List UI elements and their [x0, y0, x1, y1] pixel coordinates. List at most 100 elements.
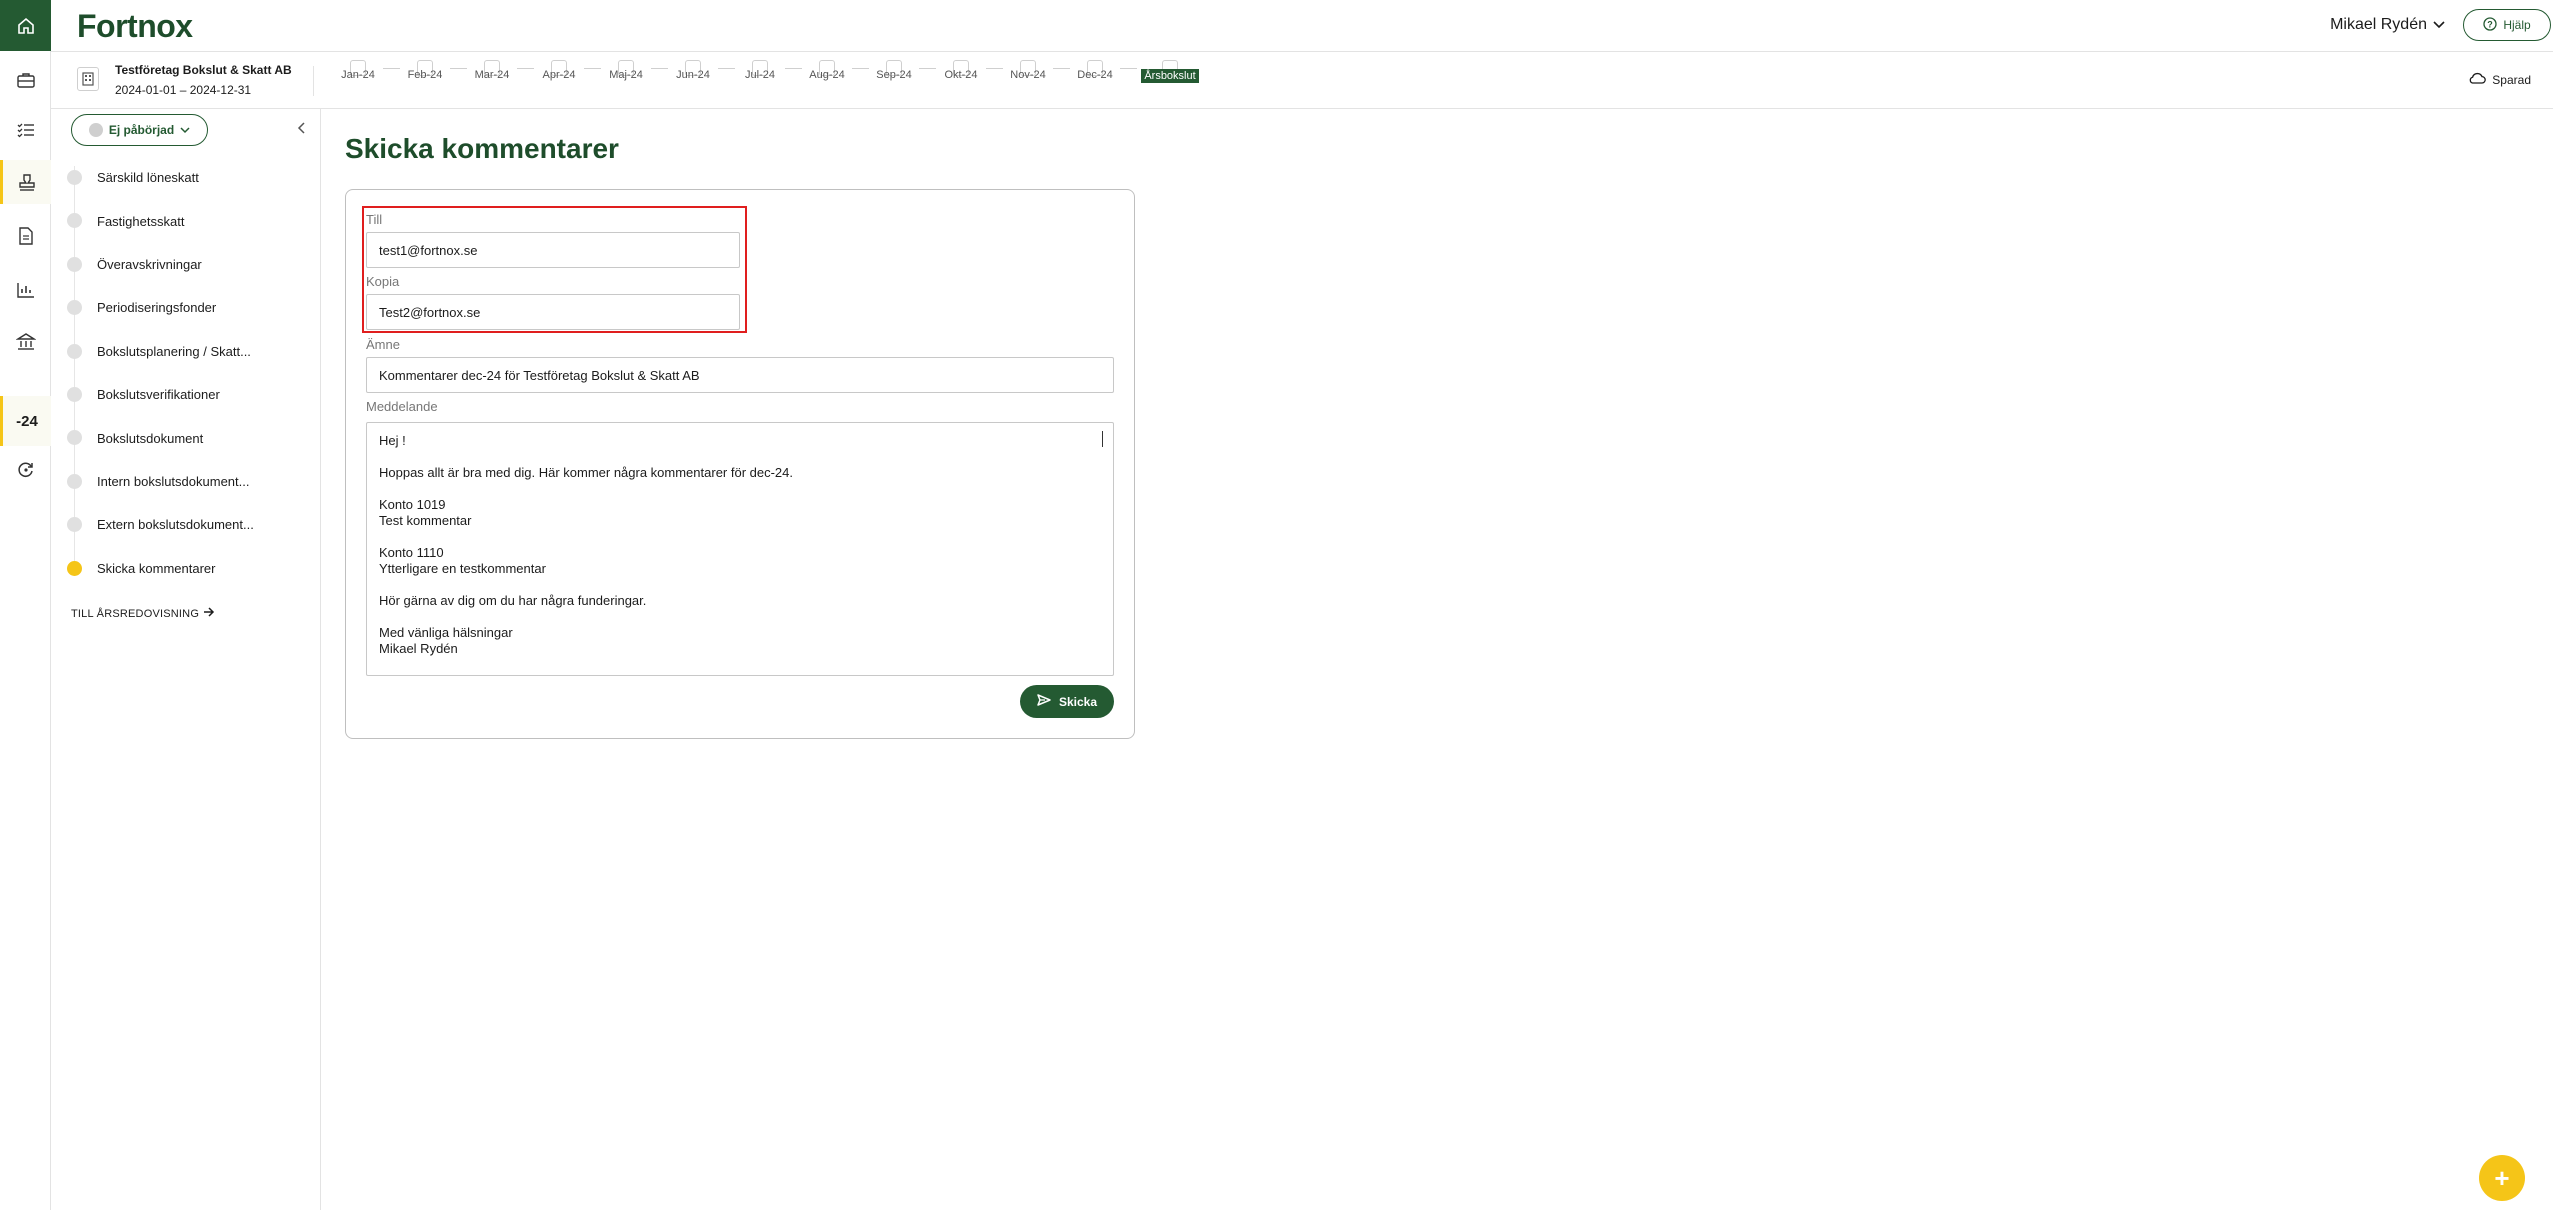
top-bar: Fortnox Mikael Rydén ? Hjälp: [51, 0, 2553, 52]
month-label: Nov-24: [1010, 69, 1046, 81]
step-label: Periodiseringsfonder: [97, 300, 217, 316]
timeline-connector: [383, 68, 400, 69]
status-label: Ej påbörjad: [108, 123, 175, 137]
send-icon: [1037, 694, 1051, 709]
arsredovisning-link-label: TILL ÅRSREDOVISNING: [71, 607, 200, 620]
month-sep[interactable]: Sep-24: [869, 60, 919, 81]
month-nov[interactable]: Nov-24: [1003, 60, 1053, 81]
main-content: Skicka kommentarer Till test1@fortnox.se…: [322, 109, 2553, 1210]
message-line: Mikael Rydén: [379, 641, 458, 656]
month-label: Maj-24: [609, 69, 643, 81]
month-mar[interactable]: Mar-24: [467, 60, 517, 81]
collapse-sidebar-icon[interactable]: [297, 121, 305, 139]
step-extern-bokslutsdokument[interactable]: Extern bokslutsdokument...: [51, 503, 321, 546]
month-okt[interactable]: Okt-24: [936, 60, 986, 81]
send-button[interactable]: Skicka: [1020, 685, 1114, 718]
help-icon: ?: [2483, 16, 2497, 34]
cc-field[interactable]: Test2@fortnox.se: [366, 294, 740, 330]
step-status-icon: [67, 300, 82, 316]
month-label: Mar-24: [474, 69, 510, 81]
timeline-connector: [919, 68, 936, 69]
month-jun[interactable]: Jun-24: [668, 60, 718, 81]
history-icon[interactable]: [0, 448, 51, 492]
message-line: Hej !: [379, 433, 406, 448]
document-icon[interactable]: [0, 214, 51, 258]
month-label: Dec-24: [1077, 69, 1113, 81]
user-menu[interactable]: Mikael Rydén: [2330, 16, 2445, 34]
month-aug[interactable]: Aug-24: [802, 60, 852, 81]
month-label: Jul-24: [745, 69, 775, 81]
month-feb[interactable]: Feb-24: [400, 60, 450, 81]
step-status-icon: [67, 430, 82, 446]
step-status-icon: [67, 170, 82, 185]
chevron-down-icon: [180, 123, 190, 137]
year-tab[interactable]: -24: [0, 396, 51, 446]
step-label: Fastighetsskatt: [97, 213, 185, 229]
timeline-connector: [785, 68, 802, 69]
month-jul[interactable]: Jul-24: [735, 60, 785, 81]
step-label: Överavskrivningar: [97, 256, 202, 272]
step-status-icon: [67, 473, 82, 489]
step-periodiseringsfonder[interactable]: Periodiseringsfonder: [51, 286, 321, 329]
step-label: Bokslutsplanering / Skatt...: [97, 343, 251, 359]
checklist-icon[interactable]: [0, 108, 51, 152]
add-button[interactable]: +: [2479, 1155, 2525, 1201]
page-title: Skicka kommentarer: [345, 133, 619, 164]
step-bokslutsdokument[interactable]: Bokslutsdokument: [51, 416, 321, 459]
timeline-connector: [1053, 68, 1070, 69]
arsredovisning-link[interactable]: TILL ÅRSREDOVISNING: [71, 607, 215, 620]
step-fastighetsskatt[interactable]: Fastighetsskatt: [51, 199, 321, 242]
step-intern-bokslutsdokument[interactable]: Intern bokslutsdokument...: [51, 460, 321, 503]
month-label: Årsbokslut: [1141, 69, 1199, 83]
divider: [313, 66, 314, 96]
timeline-connector: [517, 68, 534, 69]
bank-icon[interactable]: [0, 320, 51, 364]
timeline-connector: [986, 68, 1003, 69]
message-line: Konto 1019: [379, 497, 446, 512]
chart-icon[interactable]: [0, 268, 51, 312]
icon-rail: -24: [0, 0, 51, 1210]
message-label: Meddelande: [366, 399, 438, 414]
timeline-connector: [1120, 68, 1137, 69]
month-dec[interactable]: Dec-24: [1070, 60, 1120, 81]
arrow-right-icon: [203, 607, 215, 620]
step-bokslutsverifikationer[interactable]: Bokslutsverifikationer: [51, 373, 321, 416]
timeline-connector: [450, 68, 467, 69]
step-sarskild-loneskatt[interactable]: Särskild löneskatt: [51, 156, 321, 199]
step-status-icon: [67, 386, 82, 402]
message-line: Ytterligare en testkommentar: [379, 561, 546, 576]
to-field[interactable]: test1@fortnox.se: [366, 232, 740, 268]
subject-field[interactable]: Kommentarer dec-24 för Testföretag Boksl…: [366, 357, 1114, 393]
fortnox-logo[interactable]: Fortnox: [77, 8, 193, 45]
message-line: Konto 1110: [379, 545, 444, 560]
month-maj[interactable]: Maj-24: [601, 60, 651, 81]
help-button[interactable]: ? Hjälp: [2463, 9, 2551, 41]
step-status-icon: [67, 343, 82, 359]
month-label: Sep-24: [876, 69, 912, 81]
status-dropdown[interactable]: Ej påbörjad: [71, 114, 208, 146]
briefcase-icon[interactable]: [0, 58, 51, 102]
month-jan[interactable]: Jan-24: [333, 60, 383, 81]
step-overavskrivningar[interactable]: Överavskrivningar: [51, 243, 321, 286]
period-header: Testföretag Bokslut & Skatt AB 2024-01-0…: [51, 52, 2553, 109]
scrollbar[interactable]: [1102, 431, 1103, 447]
sidebar: Ej påbörjad Särskild löneskatt Fastighet…: [51, 109, 321, 1210]
timeline-connector: [852, 68, 869, 69]
cc-label: Kopia: [366, 274, 400, 289]
month-arsbokslut[interactable]: Årsbokslut: [1137, 60, 1203, 83]
step-skicka-kommentarer[interactable]: Skicka kommentarer: [51, 547, 321, 590]
message-field[interactable]: Hej ! Hoppas allt är bra med dig. Här ko…: [366, 422, 1114, 676]
status-icon: [88, 123, 103, 137]
step-label: Skicka kommentarer: [97, 560, 216, 576]
step-status-icon: [67, 517, 82, 533]
step-bokslutsplanering[interactable]: Bokslutsplanering / Skatt...: [51, 330, 321, 373]
month-label: Jan-24: [341, 69, 375, 81]
step-label: Bokslutsverifikationer: [97, 387, 220, 403]
home-icon[interactable]: [0, 0, 51, 51]
month-label: Feb-24: [407, 69, 443, 81]
stamp-icon[interactable]: [0, 160, 51, 204]
month-apr[interactable]: Apr-24: [534, 60, 584, 81]
